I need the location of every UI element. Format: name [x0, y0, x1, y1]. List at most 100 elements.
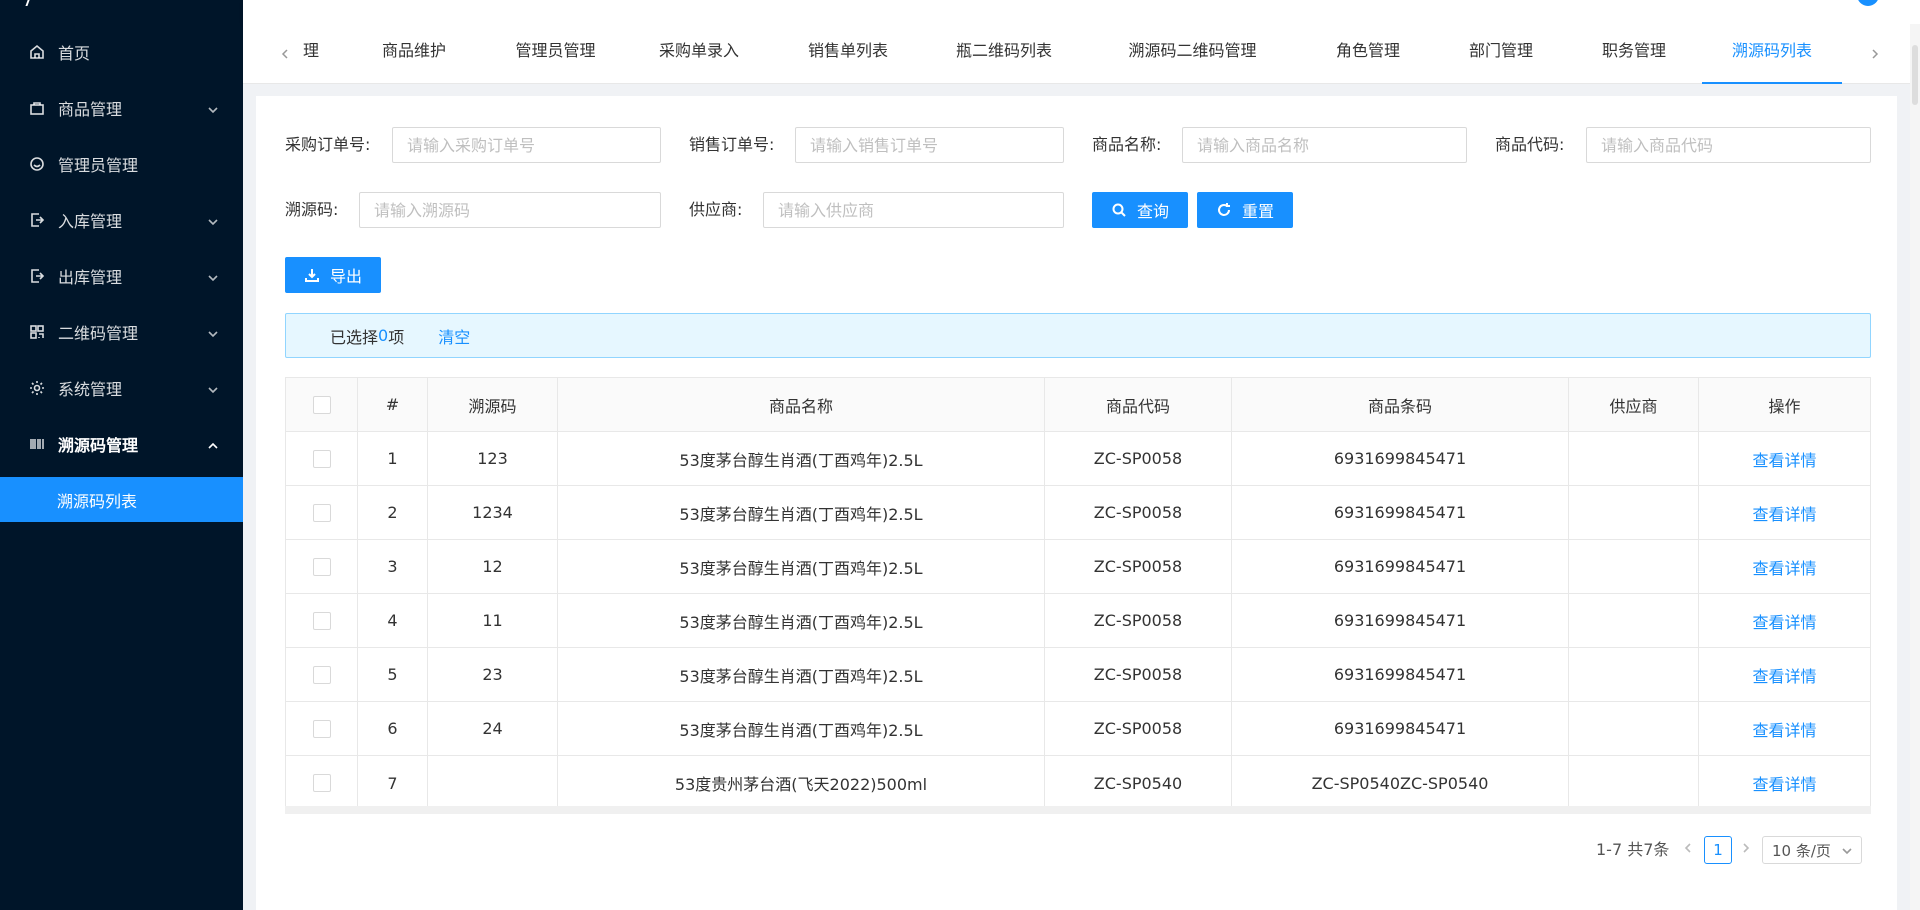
sidebar-subitem-tracecode-list[interactable]: 溯源码列表	[0, 477, 243, 522]
action-cell: 查看详情	[1699, 648, 1870, 701]
trace-code-cell: 12	[428, 540, 558, 593]
tabs-scroll-left-button[interactable]	[275, 44, 295, 64]
column-header: 供应商	[1569, 378, 1699, 431]
avatar[interactable]	[1857, 0, 1879, 6]
view-detail-link[interactable]: 查看详情	[1752, 501, 1816, 525]
row-checkbox[interactable]	[312, 719, 331, 738]
pagination-page-1[interactable]: 1	[1704, 836, 1732, 864]
product-barcode-cell: 6931699845471	[1232, 702, 1569, 755]
view-detail-link[interactable]: 查看详情	[1752, 447, 1816, 471]
row-index: 6	[358, 702, 428, 755]
table-row: 2 1234 53度茅台醇生肖酒(丁酉鸡年)2.5L ZC-SP0058 6931699…	[286, 486, 1870, 540]
sidebar-item-qrcode[interactable]: 二维码管理	[0, 308, 243, 356]
view-detail-link[interactable]: 查看详情	[1752, 717, 1816, 741]
product-code-label: 商品代码:	[1495, 135, 1565, 154]
sidebar-item-outbound[interactable]: 出库管理	[0, 252, 243, 300]
chevron-down-icon	[207, 325, 221, 339]
row-checkbox[interactable]	[312, 774, 331, 792]
tabs-scroll-right-button[interactable]	[1865, 44, 1885, 64]
action-cell: 查看详情	[1699, 594, 1870, 647]
select-all-cell	[286, 378, 358, 431]
supplier-cell	[1569, 756, 1699, 810]
tab-role-management[interactable]: 角色管理	[1329, 24, 1407, 84]
view-detail-link[interactable]: 查看详情	[1752, 663, 1816, 687]
view-detail-link[interactable]: 查看详情	[1752, 555, 1816, 579]
row-checkbox[interactable]	[312, 503, 331, 522]
product-code-cell: ZC-SP0058	[1045, 594, 1232, 647]
sales-order-input[interactable]	[795, 127, 1064, 163]
sidebar-item-system[interactable]: 系统管理	[0, 364, 243, 412]
sidebar-item-inbound[interactable]: 入库管理	[0, 196, 243, 244]
trace-code-cell: 123	[428, 432, 558, 485]
export-icon	[28, 267, 46, 285]
column-header: #	[358, 378, 428, 431]
table-row: 1 123 53度茅台醇生肖酒(丁酉鸡年)2.5L ZC-SP0058 69316998…	[286, 432, 1870, 486]
export-button[interactable]: 导出	[285, 257, 381, 293]
product-name-cell: 53度茅台醇生肖酒(丁酉鸡年)2.5L	[558, 432, 1045, 485]
pagination-prev-button[interactable]	[1680, 838, 1696, 858]
column-header: 商品条码	[1232, 378, 1569, 431]
clear-selection-link[interactable]: 清空	[438, 324, 470, 348]
product-name-input[interactable]	[1182, 127, 1467, 163]
tab-bottle-qrcode-list[interactable]: 瓶二维码列表	[943, 24, 1065, 84]
chevron-up-icon	[207, 437, 221, 451]
row-checkbox[interactable]	[312, 611, 331, 630]
page-scrollbar[interactable]	[1910, 24, 1920, 910]
trace-code-label: 溯源码:	[285, 200, 339, 219]
table-horizontal-scrollbar[interactable]	[285, 806, 1871, 814]
row-checkbox[interactable]	[312, 449, 331, 468]
chevron-left-icon	[281, 49, 288, 59]
reset-button-label: 重置	[1241, 202, 1274, 221]
row-checkbox[interactable]	[312, 665, 331, 684]
tab-sales-list[interactable]: 销售单列表	[798, 24, 898, 84]
tab-position-management[interactable]: 职务管理	[1595, 24, 1673, 84]
pagination-next-button[interactable]	[1738, 838, 1754, 858]
top-header	[243, 0, 1920, 24]
sidebar-item-tracecode[interactable]: 溯源码管理	[0, 420, 243, 468]
sidebar-item-home[interactable]: 首页	[0, 28, 243, 76]
product-code-input[interactable]	[1586, 127, 1871, 163]
supplier-cell	[1569, 648, 1699, 701]
view-detail-link[interactable]: 查看详情	[1752, 609, 1816, 633]
sales-order-label: 销售订单号:	[689, 135, 775, 154]
page-scrollbar-thumb[interactable]	[1912, 45, 1918, 105]
view-detail-link[interactable]: 查看详情	[1752, 771, 1816, 795]
query-button[interactable]: 查询	[1092, 192, 1188, 228]
chevron-down-icon	[207, 269, 221, 283]
column-header: 溯源码	[428, 378, 558, 431]
trace-code-input[interactable]	[359, 192, 661, 228]
chevron-down-icon	[1842, 848, 1852, 855]
row-select-cell	[286, 432, 358, 485]
tab-partial[interactable]: 理	[303, 24, 319, 84]
tab-product-maintenance[interactable]: 商品维护	[369, 24, 459, 84]
tab-tracecode-list[interactable]: 溯源码列表	[1702, 24, 1842, 84]
tab-department-management[interactable]: 部门管理	[1462, 24, 1540, 84]
tracecode-table: # 溯源码 商品名称 商品代码 商品条码 供应商 操作 1 123 53度茅台醇生肖…	[285, 377, 1871, 811]
supplier-cell	[1569, 702, 1699, 755]
sidebar-item-admins[interactable]: 管理员管理	[0, 140, 243, 188]
supplier-cell	[1569, 594, 1699, 647]
action-cell: 查看详情	[1699, 756, 1870, 810]
column-header: 商品代码	[1045, 378, 1232, 431]
selection-alert: 已选择 0 项 清空	[285, 313, 1871, 358]
select-all-checkbox[interactable]	[312, 395, 331, 414]
trace-code-cell	[428, 756, 558, 810]
reset-button[interactable]: 重置	[1197, 192, 1293, 228]
tab-admin-management[interactable]: 管理员管理	[503, 24, 608, 84]
purchase-order-label: 采购订单号:	[285, 135, 371, 154]
table-row: 7 53度贵州茅台酒(飞天2022)500ml ZC-SP0540 ZC-SP0540…	[286, 756, 1870, 810]
tab-purchase-entry[interactable]: 采购单录入	[649, 24, 749, 84]
sidebar-item-products[interactable]: 商品管理	[0, 84, 243, 132]
column-header: 商品名称	[558, 378, 1045, 431]
row-index: 7	[358, 756, 428, 810]
row-checkbox[interactable]	[312, 557, 331, 576]
purchase-order-input[interactable]	[392, 127, 661, 163]
chevron-down-icon	[207, 213, 221, 227]
selection-prefix: 已选择	[330, 327, 379, 347]
page-size-select[interactable]: 10 条/页	[1762, 836, 1862, 864]
sidebar-item-label: 二维码管理	[58, 324, 139, 343]
home-icon	[28, 43, 46, 61]
product-name-cell: 53度贵州茅台酒(飞天2022)500ml	[558, 756, 1045, 810]
tab-tracecode-qrcode-management[interactable]: 溯源码二维码管理	[1110, 24, 1275, 84]
supplier-input[interactable]	[763, 192, 1064, 228]
